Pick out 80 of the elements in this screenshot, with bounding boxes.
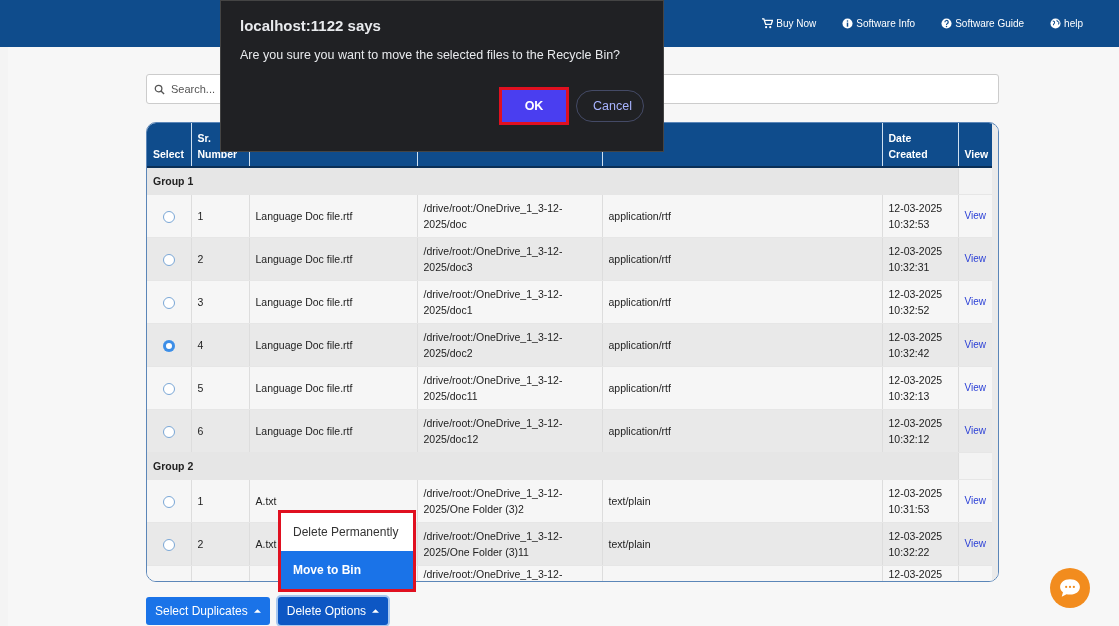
question-icon (941, 18, 953, 29)
table-cell-text: 12-03-2025 10:32:12 (888, 415, 943, 447)
column-header: Select (147, 123, 191, 167)
dialog-message: Are you sure you want to move the selected files to the Recycle Bin? (240, 48, 622, 62)
radio-button[interactable] (162, 495, 175, 508)
nav-link[interactable]: Buy Now (762, 18, 817, 29)
table-cell: application/rtf (608, 252, 671, 265)
dropdown-button[interactable]: Delete Options (277, 597, 389, 625)
table-cell: Language Doc file.rtf (255, 252, 353, 265)
table-cell: 6 (197, 424, 204, 437)
ok-button[interactable]: OK (502, 90, 566, 122)
view-link[interactable]: View (964, 382, 986, 393)
table-cell-text: 12-03-2025 10:32:52 (888, 286, 943, 318)
view-link[interactable]: View (964, 538, 986, 549)
dropdown-button[interactable]: Select Duplicates (146, 597, 270, 625)
table-cell: A.txt (255, 494, 277, 507)
table-cell: A.txt (255, 537, 277, 550)
table-cell-text: /drive/root:/OneDrive_1_3-12- 2025/doc3 (423, 243, 563, 275)
view-link[interactable]: View (964, 495, 986, 506)
table-cell: 4 (197, 338, 204, 351)
table-cell: Language Doc file.rtf (255, 424, 353, 437)
table-cell: Language Doc file.rtf (255, 295, 353, 308)
table-cell-text: /drive/root:/OneDrive_1_3-12- 2025/doc12 (423, 415, 563, 447)
view-link[interactable]: View (964, 339, 986, 350)
table-cell-text: /drive/root:/OneDrive_1_3-12- 2025/One Folder (3)2 (423, 485, 563, 517)
group-label: Group 1 (147, 167, 958, 194)
table-cell: 1 (197, 494, 204, 507)
view-link[interactable]: View (964, 296, 986, 307)
radio-button[interactable] (162, 382, 175, 395)
table-cell: application/rtf (608, 295, 671, 308)
radio-button[interactable] (162, 296, 175, 309)
table-cell: 2 (197, 537, 204, 550)
menu-item[interactable]: Delete Permanently (281, 513, 413, 551)
table-cell-text: /drive/root:/OneDrive_1_3-12- 2025/doc2 (423, 329, 563, 361)
table-cell-text: 12-03-2025 10:32:53 (888, 200, 943, 232)
nav-link[interactable]: Software Guide (941, 18, 1025, 29)
radio-button[interactable] (162, 339, 175, 352)
table-cell-text: /drive/root:/OneDrive_1_3-12- 2025/doc (423, 200, 563, 232)
menu-item[interactable]: Move to Bin (281, 551, 413, 589)
table-cell-text: /drive/root:/OneDrive_1_3-12- 2025/doc1 (423, 286, 563, 318)
table-cell: 1 (197, 209, 204, 222)
dialog-title: localhost:1122 says (240, 17, 382, 34)
radio-button[interactable] (162, 425, 175, 438)
group-label: Group 2 (147, 452, 958, 479)
table-cell-text: 12-03-2025 10:32:13 (888, 372, 943, 404)
radio-button[interactable] (162, 538, 175, 551)
caret-icon (253, 609, 261, 613)
table-cell-text: 12-03-2025 10:32:31 (888, 243, 943, 275)
view-link[interactable]: View (964, 210, 986, 221)
table-cell: text/plain (608, 494, 651, 507)
table-cell: 2 (197, 252, 204, 265)
table-cell: Language Doc file.rtf (255, 381, 353, 394)
table-cell: text/plain (608, 537, 651, 550)
table-cell-text: 12-03-2025 10:31:53 (888, 485, 943, 517)
table-cell-text: 12-03-2025 (888, 566, 943, 581)
globe-icon (1050, 18, 1062, 29)
table-cell: application/rtf (608, 381, 671, 394)
view-link[interactable]: View (964, 253, 986, 264)
table-cell-text: 12-03-2025 10:32:42 (888, 329, 943, 361)
table-cell: 5 (197, 381, 204, 394)
nav-link[interactable]: help (1050, 18, 1083, 29)
table-cell-text: /drive/root:/OneDrive_1_3-12- 2025/doc11 (423, 372, 563, 404)
column-header: Date Created (882, 123, 958, 167)
radio-button[interactable] (162, 210, 175, 223)
table-cell-text: /drive/root:/OneDrive_1_3-12- 2025/One Folder (3)11 (423, 528, 563, 560)
nav-link[interactable]: Software Info (842, 18, 916, 29)
chat-bubble-icon (1059, 578, 1081, 598)
table-cell-text: /drive/root:/OneDrive_1_3-12- (423, 566, 563, 581)
table-cell: Language Doc file.rtf (255, 338, 353, 351)
caret-icon (372, 609, 380, 613)
table-cell-text: 12-03-2025 10:32:22 (888, 528, 943, 560)
cart-icon (762, 18, 774, 29)
radio-button[interactable] (162, 253, 175, 266)
table-cell: 3 (197, 295, 204, 308)
table-cell: application/rtf (608, 338, 671, 351)
view-link[interactable]: View (964, 425, 986, 436)
info-icon (842, 18, 854, 29)
table-cell: application/rtf (608, 209, 671, 222)
table-cell: application/rtf (608, 424, 671, 437)
table-cell: Language Doc file.rtf (255, 209, 353, 222)
